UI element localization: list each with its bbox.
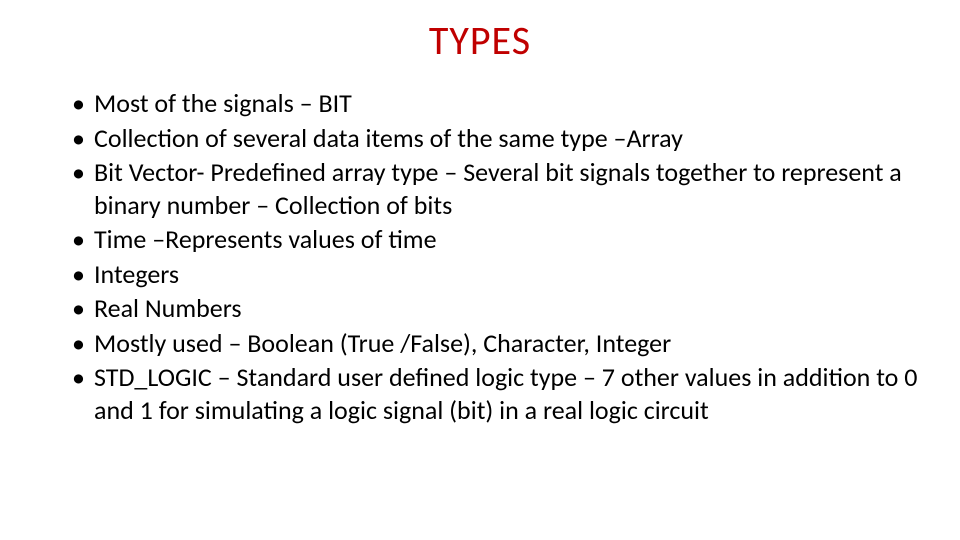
list-item: Time –Represents values of time	[72, 223, 920, 256]
list-item: Bit Vector- Predefined array type – Seve…	[72, 156, 920, 221]
list-item: STD_LOGIC – Standard user defined logic …	[72, 361, 920, 426]
slide-title: TYPES	[0, 16, 960, 65]
bullet-list: Most of the signals – BIT Collection of …	[0, 87, 960, 426]
list-item: Mostly used – Boolean (True /False), Cha…	[72, 327, 920, 360]
slide: TYPES Most of the signals – BIT Collecti…	[0, 0, 960, 540]
list-item: Most of the signals – BIT	[72, 87, 920, 120]
list-item: Collection of several data items of the …	[72, 122, 920, 155]
list-item: Real Numbers	[72, 292, 920, 325]
list-item: Integers	[72, 258, 920, 291]
